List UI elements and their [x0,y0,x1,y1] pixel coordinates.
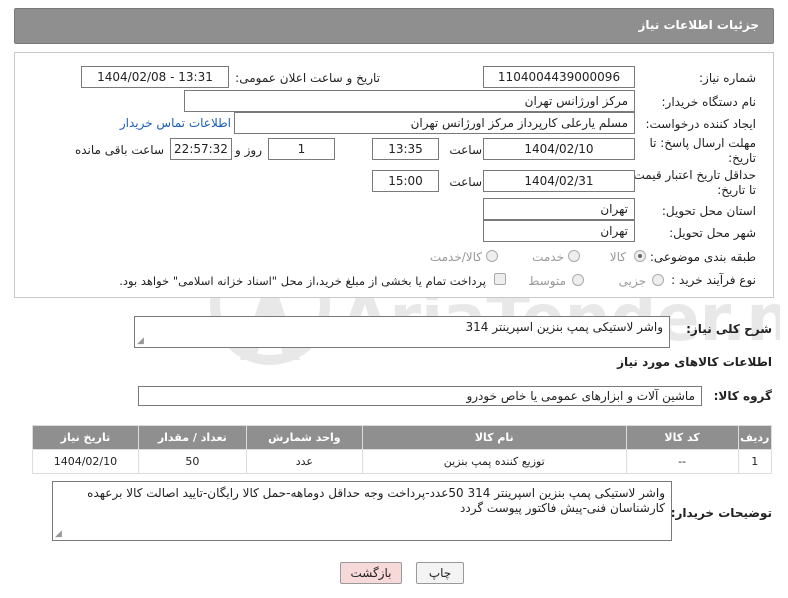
requester-field: مسلم یارعلی کارپرداز مرکز اورژانس تهران [234,112,635,134]
table-row: 1 -- توزیع کننده پمپ بنزین عدد 50 1404/0… [32,449,773,474]
reply-date-field: 1404/02/10 [483,138,635,160]
col-header-date: تاریخ نیاز [32,425,139,450]
col-header-name: نام کالا [361,425,627,450]
category-service-label: خدمت [532,250,564,264]
page-title: جزئیات اطلاعات نیاز [638,18,759,32]
contact-info-link[interactable]: اطلاعات تماس خریدار [120,116,231,130]
category-label: طبقه بندی موضوعی: [649,250,756,264]
days-field: 1 [268,138,335,160]
goods-group-field: ماشین آلات و ابزارهای عمومی یا خاص خودرو [138,386,702,406]
goods-group-label: گروه کالا: [713,389,772,403]
city-label: شهر محل تحویل: [669,226,756,240]
announce-field: 1404/02/08 - 13:31 [81,66,229,88]
process-minor-radio[interactable] [652,274,664,286]
need-number-label: شماره نیاز: [699,71,756,85]
print-button[interactable]: چاپ [416,562,464,584]
announce-label: تاریخ و ساعت اعلان عمومی: [235,71,380,85]
reply-hour-label: ساعت [449,143,482,157]
category-goods-radio[interactable] [634,250,646,262]
category-goods-label: کالا [609,250,626,264]
province-field: تهران [483,198,635,220]
reply-time-field: 13:35 [372,138,439,160]
back-button[interactable]: بازگشت [340,562,402,584]
treasury-payment-checkbox[interactable] [494,273,506,285]
col-header-row: ردیف [737,425,773,450]
requester-label: ایجاد کننده درخواست: [645,117,756,131]
buyer-notes-line1: واشر لاستیکی پمپ بنزین اسپرینتر 314 50عد… [87,486,665,500]
col-header-code: کد کالا [625,425,739,450]
remaining-time-field: 22:57:32 [170,138,232,160]
page-header: جزئیات اطلاعات نیاز [14,8,774,44]
process-label: نوع فرآیند خرید : [671,273,756,287]
need-number-field: 1104004439000096 [483,66,635,88]
goods-table: ردیف کد کالا نام کالا واحد شمارش تعداد /… [32,425,773,474]
category-both-label: کالا/خدمت [429,250,482,264]
province-label: استان محل تحویل: [661,204,756,218]
validity-date-field: 1404/02/31 [483,170,635,192]
process-minor-label: جزیی [618,274,646,288]
summary-text: واشر لاستیکی پمپ بنزین اسپرینتر 314 [465,320,663,334]
validity-time-field: 15:00 [372,170,439,192]
buyer-org-field: مرکز اورژانس تهران [184,90,635,112]
summary-textarea: واشر لاستیکی پمپ بنزین اسپرینتر 314 ◢ [134,316,670,348]
cell-code: -- [625,449,739,474]
category-both-radio[interactable] [486,250,498,262]
cell-row: 1 [737,449,773,474]
summary-label: شرح کلی نیاز: [686,322,772,336]
reply-deadline-label: مهلت ارسال پاسخ: تا [649,136,756,150]
col-header-unit: واحد شمارش [245,425,363,450]
reply-deadline-label-2: تاریخ: [728,151,756,165]
days-label: روز و [235,143,262,157]
buyer-notes-textarea: واشر لاستیکی پمپ بنزین اسپرینتر 314 50عد… [52,481,672,541]
col-header-qty: تعداد / مقدار [137,425,247,450]
cell-date: 1404/02/10 [32,449,139,474]
validity-label-2: تا تاریخ: [717,183,756,197]
resize-grip-icon: ◢ [55,529,62,539]
process-medium-label: متوسط [528,274,566,288]
cell-qty: 50 [137,449,247,474]
resize-grip-icon: ◢ [137,336,144,346]
category-service-radio[interactable] [568,250,580,262]
buyer-notes-line2: کارشناسان فنی-پیش فاکتور پیوست گردد [460,501,665,515]
city-field: تهران [483,220,635,242]
validity-label: حداقل تاریخ اعتبار قیمت: [629,168,756,182]
validity-hour-label: ساعت [449,175,482,189]
table-header-row: ردیف کد کالا نام کالا واحد شمارش تعداد /… [32,425,773,450]
goods-section-title: اطلاعات کالاهای مورد نیاز [617,355,772,369]
cell-unit: عدد [245,449,363,474]
cell-name: توزیع کننده پمپ بنزین [361,449,627,474]
buyer-org-label: نام دستگاه خریدار: [661,95,757,109]
process-medium-radio[interactable] [572,274,584,286]
payment-note: پرداخت تمام یا بخشی از مبلغ خرید،از محل … [119,274,486,288]
remaining-label: ساعت باقی مانده [74,143,164,157]
buyer-notes-label: توضیحات خریدار: [670,506,772,520]
